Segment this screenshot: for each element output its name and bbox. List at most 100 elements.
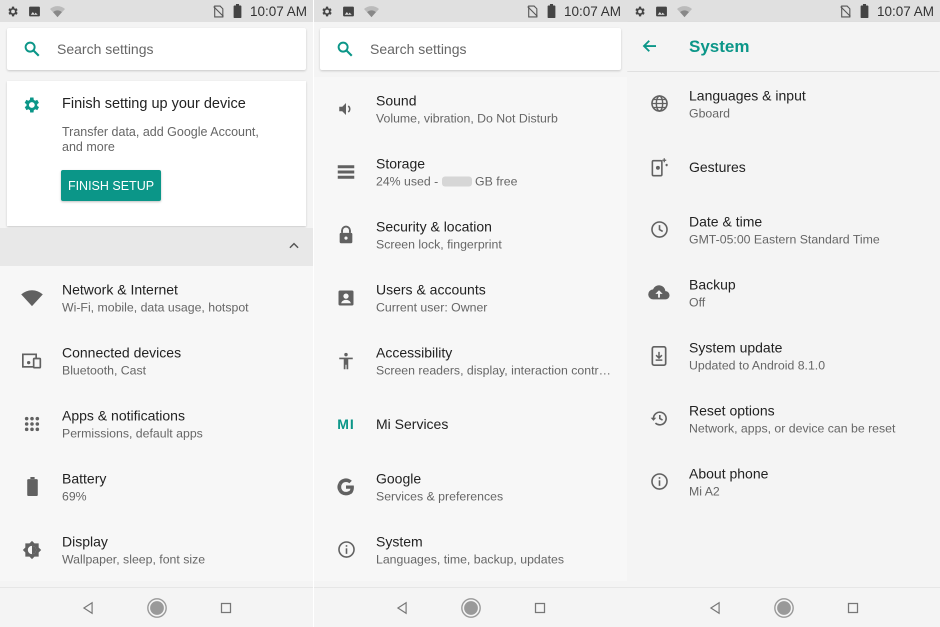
cloud-upload-icon: [647, 261, 671, 324]
image-status-icon: [28, 5, 41, 18]
search-placeholder: Search settings: [370, 41, 467, 57]
recents-nav-icon[interactable]: [847, 602, 859, 614]
item-title: Google: [376, 470, 422, 486]
card-subtitle-line1: Transfer data, add Google Account,: [62, 125, 259, 139]
system-settings-list: Languages & input Gboard Gestures Date & …: [627, 72, 940, 513]
finish-setup-button[interactable]: FINISH SETUP: [61, 170, 161, 201]
redacted-value: [441, 176, 472, 187]
settings-item-storage[interactable]: Storage 24% used - GB free: [314, 140, 627, 203]
settings-item-security[interactable]: Security & location Screen lock, fingerpr…: [314, 203, 627, 266]
item-title: Battery: [62, 470, 107, 486]
status-bar: 10:07 AM: [0, 0, 313, 22]
system-item-update[interactable]: System update Updated to Android 8.1.0: [627, 324, 940, 387]
wifi-status-icon: [677, 5, 692, 18]
brightness-icon: [20, 518, 44, 581]
item-title: About phone: [689, 465, 769, 481]
gestures-icon: [647, 135, 671, 198]
item-subtitle: Volume, vibration, Do Not Disturb: [376, 111, 558, 125]
item-subtitle: 69%: [62, 489, 87, 503]
battery-status-icon: [547, 4, 556, 18]
suggestions-collapse-bar[interactable]: [0, 228, 313, 266]
card-subtitle-line2: and more: [62, 140, 115, 154]
item-subtitle: Bluetooth, Cast: [62, 363, 147, 377]
item-title: Mi Services: [376, 415, 449, 432]
chevron-up-icon[interactable]: [287, 239, 301, 258]
item-subtitle: Screen lock, fingerprint: [376, 237, 502, 251]
item-title: System: [376, 533, 423, 549]
apps-grid-icon: [20, 392, 44, 455]
image-status-icon: [655, 5, 668, 18]
search-bar[interactable]: Search settings: [7, 28, 306, 70]
image-status-icon: [342, 5, 355, 18]
back-nav-icon[interactable]: [395, 601, 409, 615]
search-icon: [320, 40, 370, 58]
back-nav-icon[interactable]: [708, 601, 722, 615]
back-nav-icon[interactable]: [81, 601, 95, 615]
system-item-date-time[interactable]: Date & time GMT-05:00 Eastern Standard Ti…: [627, 198, 940, 261]
item-subtitle: Permissions, default apps: [62, 426, 203, 440]
volume-icon: [334, 77, 358, 140]
settings-item-mi-services[interactable]: MI Mi Services: [314, 392, 627, 455]
system-item-reset[interactable]: Reset options Network, apps, or device ca…: [627, 387, 940, 450]
item-title: Accessibility: [376, 344, 453, 360]
system-item-gestures[interactable]: Gestures: [627, 135, 940, 198]
settings-item-google[interactable]: Google Services & preferences: [314, 455, 627, 518]
settings-item-apps[interactable]: Apps & notifications Permissions, default…: [0, 392, 313, 455]
item-subtitle: Mi A2: [689, 484, 720, 498]
system-settings-screen: 10:07 AM System Languages & input Gboard …: [627, 0, 940, 627]
battery-status-icon: [233, 4, 242, 18]
status-bar: 10:07 AM: [314, 0, 627, 22]
wifi-icon: [20, 266, 44, 329]
no-sim-icon: [212, 5, 225, 18]
item-title: Users & accounts: [376, 281, 486, 297]
home-nav-icon[interactable]: [773, 597, 795, 619]
accessibility-icon: [334, 329, 358, 392]
settings-item-display[interactable]: Display Wallpaper, sleep, font size: [0, 518, 313, 581]
item-title: Apps & notifications: [62, 407, 185, 423]
account-box-icon: [334, 266, 358, 329]
storage-free: GB free: [471, 174, 518, 188]
no-sim-icon: [839, 5, 852, 18]
recents-nav-icon[interactable]: [220, 602, 232, 614]
wifi-status-icon: [364, 5, 379, 18]
navigation-bar: [0, 587, 313, 627]
status-bar: 10:07 AM: [627, 0, 940, 22]
gear-status-icon: [6, 5, 19, 18]
item-title: System update: [689, 339, 783, 355]
gear-status-icon: [320, 5, 333, 18]
system-item-backup[interactable]: Backup Off: [627, 261, 940, 324]
system-update-icon: [647, 324, 671, 387]
app-bar: System: [627, 22, 940, 71]
settings-item-connected-devices[interactable]: Connected devices Bluetooth, Cast: [0, 329, 313, 392]
recents-nav-icon[interactable]: [534, 602, 546, 614]
settings-item-sound[interactable]: Sound Volume, vibration, Do Not Disturb: [314, 77, 627, 140]
home-nav-icon[interactable]: [460, 597, 482, 619]
item-subtitle: Gboard: [689, 106, 731, 120]
item-subtitle: Services & preferences: [376, 489, 504, 503]
settings-item-accessibility[interactable]: Accessibility Screen readers, display, in…: [314, 329, 627, 392]
battery-icon: [20, 455, 44, 518]
setup-suggestion-card: Finish setting up your device Transfer d…: [7, 81, 306, 226]
google-g-icon: [334, 455, 358, 518]
settings-item-battery[interactable]: Battery 69%: [0, 455, 313, 518]
system-item-about[interactable]: About phone Mi A2: [627, 450, 940, 513]
settings-list: Sound Volume, vibration, Do Not Disturb S…: [314, 77, 627, 581]
no-sim-icon: [526, 5, 539, 18]
battery-status-icon: [860, 4, 869, 18]
card-title: Finish setting up your device: [62, 96, 246, 112]
home-nav-icon[interactable]: [146, 597, 168, 619]
settings-item-users[interactable]: Users & accounts Current user: Owner: [314, 266, 627, 329]
item-title: Display: [62, 533, 108, 549]
back-arrow-icon[interactable]: [641, 37, 659, 60]
settings-item-system[interactable]: System Languages, time, backup, updates: [314, 518, 627, 581]
item-title: Storage: [376, 155, 426, 171]
item-subtitle: Wallpaper, sleep, font size: [62, 552, 206, 566]
settings-item-network[interactable]: Network & Internet Wi-Fi, mobile, data us…: [0, 266, 313, 329]
item-subtitle: 24% used - GB free: [376, 174, 611, 188]
search-bar[interactable]: Search settings: [320, 28, 621, 70]
system-item-languages[interactable]: Languages & input Gboard: [627, 72, 940, 135]
devices-icon: [20, 329, 44, 392]
item-subtitle: Wi-Fi, mobile, data usage, hotspot: [62, 300, 249, 314]
gear-icon: [21, 95, 41, 120]
status-time: 10:07 AM: [249, 3, 307, 19]
